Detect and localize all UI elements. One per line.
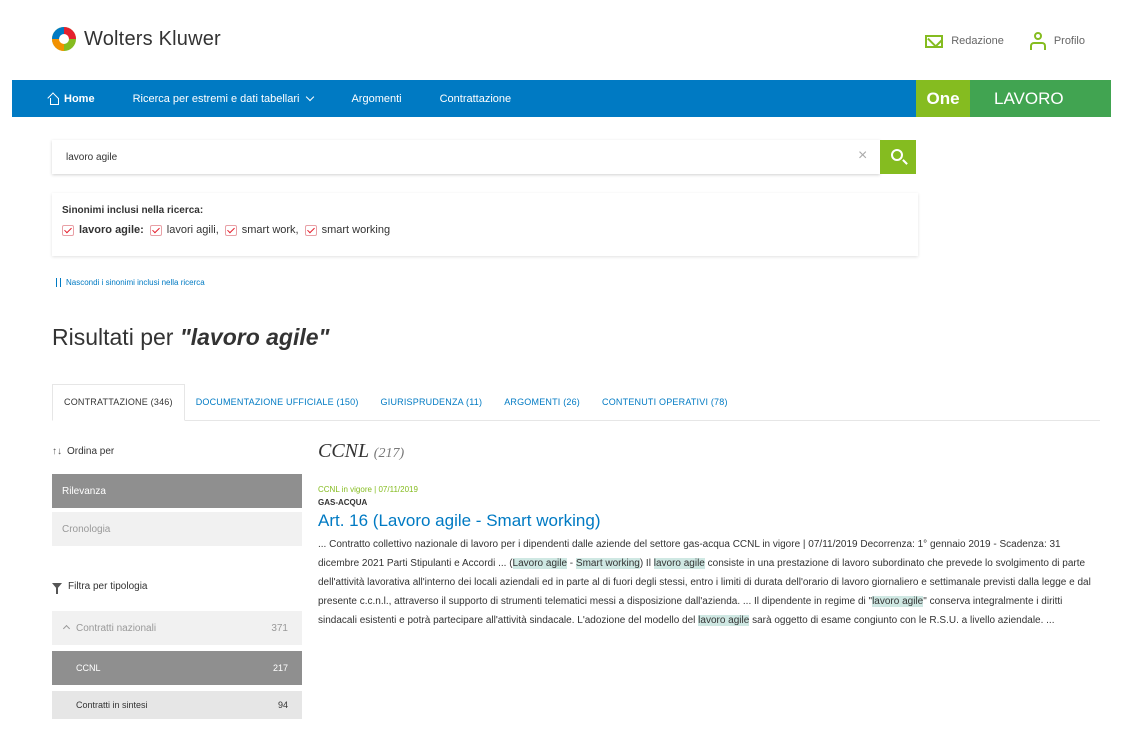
sort-icon: ↑↓ [52, 445, 62, 457]
nav-ricerca[interactable]: Ricerca per estremi e dati tabellari [95, 92, 315, 105]
snippet-highlight: Smart working [575, 558, 640, 569]
brand-lavoro: LAVORO [970, 80, 1111, 117]
nav-argomenti-label: Argomenti [351, 92, 402, 105]
tab-contenuti-operativi[interactable]: CONTENUTI OPERATIVI (78) [591, 397, 739, 420]
sort-heading: ↑↓ Ordina per [52, 440, 302, 462]
home-icon [48, 94, 59, 105]
checkbox-checked-icon[interactable] [304, 224, 317, 236]
hide-synonyms-label: Nascondi i sinonimi inclusi nella ricerc… [66, 278, 205, 287]
hide-synonyms-link[interactable]: Nascondi i sinonimi inclusi nella ricerc… [56, 278, 205, 287]
checkbox-checked-icon[interactable] [62, 224, 74, 236]
sort-option-rilevanza[interactable]: Rilevanza [52, 474, 302, 508]
snippet-text: sarà oggetto di esame congiunto con le R… [749, 615, 1055, 626]
checkbox-checked-icon[interactable] [149, 224, 162, 236]
wolters-kluwer-logo[interactable]: Wolters Kluwer [52, 27, 221, 51]
nav-home-label: Home [64, 92, 95, 105]
filter-item-label: Contratti in sintesi [76, 700, 148, 710]
synonyms-panel: Sinonimi inclusi nella ricerca: lavoro a… [52, 193, 918, 256]
synonym-label: smart work, [241, 224, 299, 236]
brand-one: One [916, 80, 970, 117]
synonym-label: smart working [321, 224, 391, 236]
results-query: "lavoro agile" [179, 324, 330, 350]
filter-icon [52, 583, 62, 594]
synonyms-title: Sinonimi inclusi nella ricerca: [62, 205, 204, 216]
snippet-highlight: lavoro agile [653, 558, 705, 569]
tab-giurisprudenza[interactable]: GIURISPRUDENZA (11) [370, 397, 494, 420]
redazione-label: Redazione [951, 35, 1004, 47]
redazione-link[interactable]: Redazione [925, 32, 1004, 50]
top-links: Redazione Profilo [925, 32, 1085, 50]
synonyms-list: lavoro agile: lavori agili, smart work, … [62, 224, 908, 236]
nav-contrattazione[interactable]: Contrattazione [402, 93, 512, 105]
section-count: (217) [373, 446, 405, 461]
section-name: CCNL [318, 440, 369, 462]
snippet-text: ) Il [639, 558, 654, 569]
synonym-lavori-agili[interactable]: lavori agili, [149, 224, 219, 236]
results-tabs: CONTRATTAZIONE (346) DOCUMENTAZIONE UFFI… [52, 384, 1100, 421]
collapse-icon [56, 278, 61, 287]
results-main: CCNL (217) CCNL in vigore | 07/11/2019 G… [318, 440, 1108, 630]
result-status: CCNL in vigore | 07/11/2019 [318, 485, 418, 494]
filter-item-contratti-in-sintesi[interactable]: Contratti in sintesi 94 [52, 691, 302, 719]
snippet-highlight: lavoro agile [872, 596, 924, 607]
sort-option-cronologia[interactable]: Cronologia [52, 512, 302, 546]
search-button[interactable] [880, 140, 916, 174]
section-title: CCNL (217) [318, 440, 1108, 463]
sort-label: Ordina per [67, 445, 115, 457]
result-title-link[interactable]: Art. 16 (Lavoro agile - Smart working) [318, 511, 1108, 531]
user-icon [1029, 32, 1046, 50]
nav-home[interactable]: Home [12, 93, 95, 105]
synonym-lavoro-agile[interactable]: lavoro agile: [62, 224, 144, 236]
top-header: Wolters Kluwer Redazione Profilo [0, 0, 1123, 80]
clear-icon[interactable]: × [858, 148, 867, 164]
search-icon [891, 149, 903, 161]
filters-sidebar: ↑↓ Ordina per Rilevanza Cronologia Filtr… [52, 440, 302, 719]
results-prefix: Risultati per [52, 324, 180, 350]
filter-group-count: 371 [271, 622, 288, 634]
result-sector: GAS-ACQUA [318, 498, 368, 507]
mail-icon [925, 34, 944, 48]
result-snippet: ... Contratto collettivo nazionale di la… [318, 535, 1093, 630]
nav-ricerca-label: Ricerca per estremi e dati tabellari [132, 92, 300, 105]
search-bar: × [52, 140, 922, 174]
logo-text: Wolters Kluwer [84, 27, 221, 50]
profilo-link[interactable]: Profilo [1029, 32, 1085, 50]
tab-argomenti[interactable]: ARGOMENTI (26) [493, 397, 591, 420]
filter-item-label: CCNL [76, 663, 101, 673]
tab-contrattazione[interactable]: CONTRATTAZIONE (346) [52, 384, 185, 421]
synonym-label: lavoro agile: [79, 224, 144, 236]
synonym-label: lavori agili, [166, 224, 219, 236]
chevron-up-icon [62, 624, 71, 632]
snippet-highlight: lavoro agile [698, 615, 750, 626]
filter-item-ccnl[interactable]: CCNL 217 [52, 651, 302, 685]
filter-item-count: 217 [272, 663, 288, 673]
synonym-smart-working[interactable]: smart working [304, 224, 391, 236]
filter-heading: Filtra per tipologia [52, 576, 302, 596]
nav-contrattazione-label: Contrattazione [439, 92, 512, 105]
filter-group-contratti-nazionali[interactable]: Contratti nazionali 371 [52, 611, 302, 645]
filter-group-label: Contratti nazionali [76, 622, 157, 634]
search-input[interactable] [52, 140, 880, 174]
profilo-label: Profilo [1053, 35, 1085, 47]
synonym-smart-work[interactable]: smart work, [224, 224, 299, 236]
snippet-text: - [567, 558, 576, 569]
filter-label: Filtra per tipologia [68, 580, 148, 592]
logo-mark-icon [52, 27, 76, 51]
snippet-highlight: Lavoro agile [512, 558, 568, 569]
nav-argomenti[interactable]: Argomenti [313, 93, 401, 105]
filter-item-count: 94 [277, 700, 288, 710]
page-title: Risultati per "lavoro agile" [52, 324, 329, 351]
main-nav: Home Ricerca per estremi e dati tabellar… [12, 80, 1111, 117]
tab-documentazione-ufficiale[interactable]: DOCUMENTAZIONE UFFICIALE (150) [185, 397, 370, 420]
checkbox-checked-icon[interactable] [224, 224, 237, 236]
